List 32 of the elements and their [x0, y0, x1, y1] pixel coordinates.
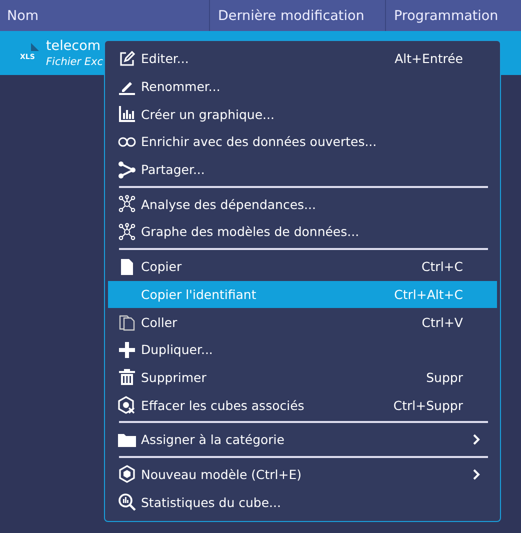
menu-item[interactable]: Analyse des dépendances...: [105, 190, 500, 218]
edit-icon: [118, 50, 136, 68]
paste-icon: [118, 313, 136, 332]
menu-item[interactable]: Enrichir avec des données ouvertes...: [105, 128, 500, 156]
bar-chart-icon: [118, 105, 136, 124]
network-icon: [118, 195, 136, 214]
column-header[interactable]: Nom: [0, 0, 209, 31]
cube-icon: [118, 465, 136, 484]
plus-icon: [118, 340, 136, 359]
menu-item[interactable]: Partager...: [105, 156, 500, 184]
menu-item[interactable]: Renommer...: [105, 72, 500, 100]
chevron-right-icon: [473, 468, 480, 480]
share-icon: [118, 160, 136, 179]
menu-item[interactable]: Copier Ctrl+C: [105, 252, 500, 280]
file-type: Fichier Exc: [46, 56, 104, 68]
cube-search-icon: [118, 396, 136, 414]
menu-item[interactable]: Créer un graphique...: [105, 100, 500, 128]
menu-item[interactable]: Effacer les cubes associés Ctrl+Suppr: [105, 391, 500, 419]
trash-icon: [118, 368, 136, 386]
menu-item[interactable]: Dupliquer...: [105, 336, 500, 364]
stats-search-icon: [118, 493, 136, 512]
menu-item[interactable]: Coller Ctrl+V: [105, 308, 500, 336]
menu-item[interactable]: Assigner à la catégorie: [105, 426, 500, 454]
file-name: telecom: [46, 38, 102, 54]
document-icon: [118, 258, 136, 276]
menu-item[interactable]: Nouveau modèle (Ctrl+E): [105, 460, 500, 488]
menu-item[interactable]: Statistiques du cube...: [105, 488, 500, 516]
chevron-right-icon: [473, 434, 480, 446]
menu-item[interactable]: Editer... Alt+Entrée: [105, 45, 500, 73]
menu-item[interactable]: Supprimer Suppr: [105, 364, 500, 392]
network-icon: [118, 222, 136, 241]
menu-item[interactable]: Graphe des modèles de données...: [105, 218, 500, 246]
